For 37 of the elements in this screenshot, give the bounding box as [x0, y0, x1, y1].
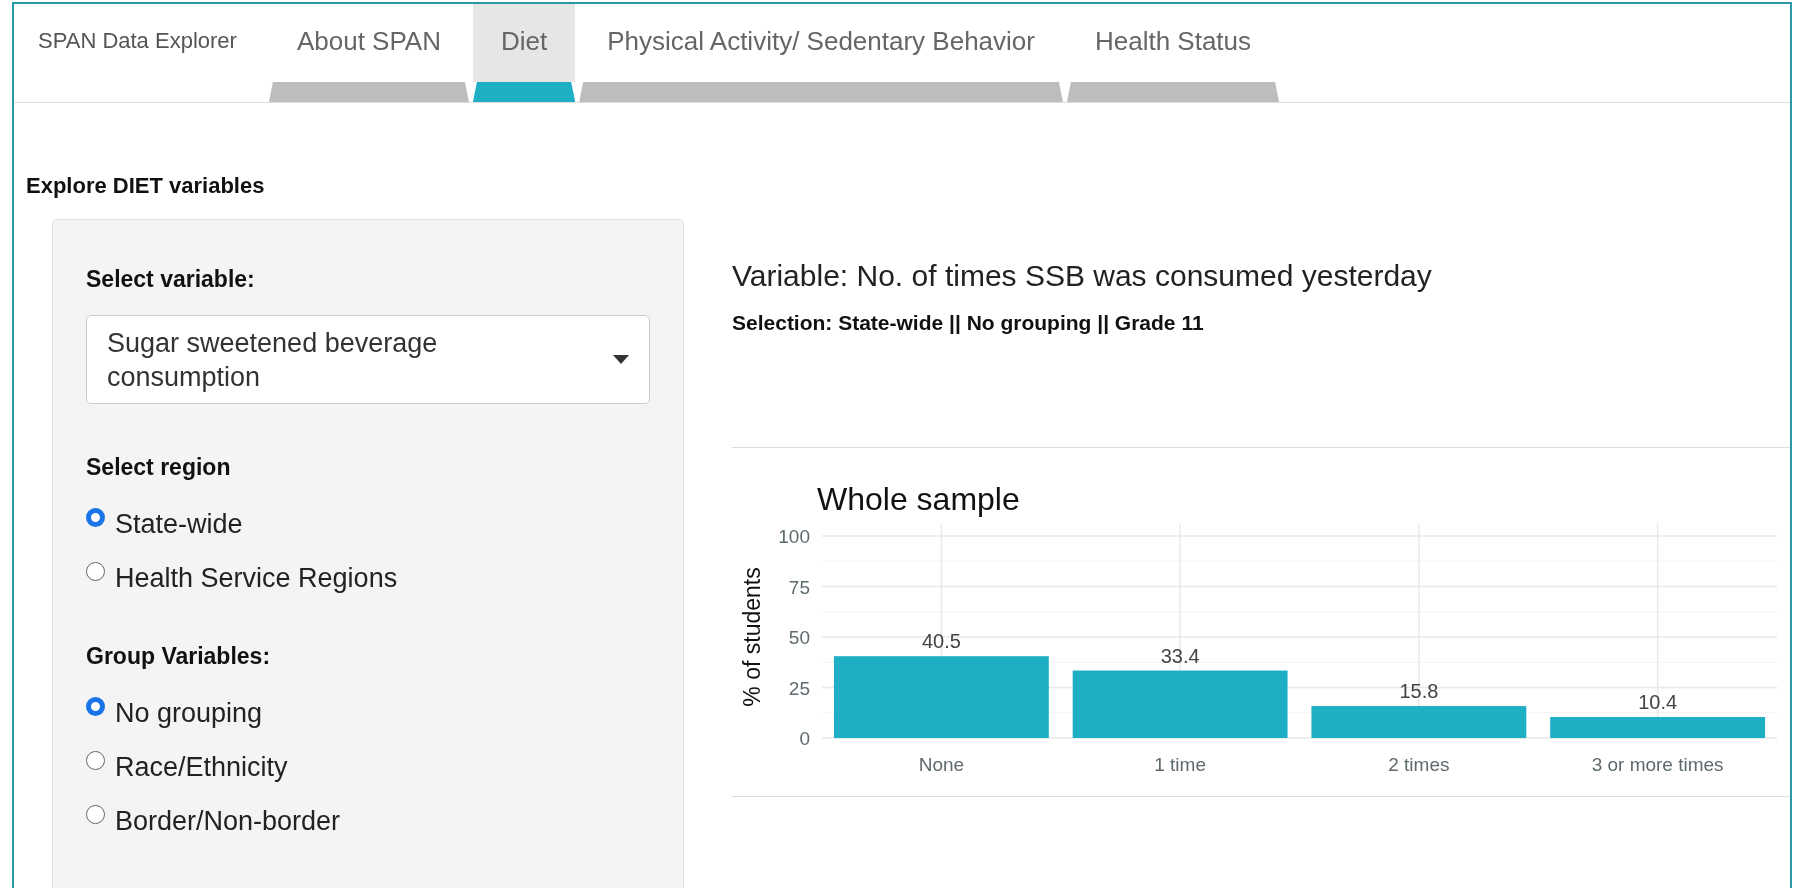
section-title: Explore DIET variables: [26, 173, 266, 199]
data-label: 15.8: [1399, 680, 1439, 703]
data-label: 40.5: [921, 630, 961, 653]
axis-tick-label: 50: [788, 627, 810, 648]
nav-tab[interactable]: Health Status: [1066, 4, 1280, 102]
field-label: Group Variables:: [86, 643, 272, 670]
axis-tick-label: 75: [788, 576, 810, 598]
chart-title: Whole sample: [817, 481, 1020, 517]
field-label: Select region: [86, 454, 232, 481]
nav-tab[interactable]: About SPAN: [268, 4, 469, 102]
axis-tick-label: None: [918, 754, 965, 775]
radio-button[interactable]: [86, 750, 105, 770]
axis-tick-label: 100: [778, 526, 810, 547]
axis-tick-label: 25: [788, 677, 810, 699]
radio-label: Race/Ethnicity: [115, 751, 288, 783]
radio-label: State-wide: [115, 508, 243, 540]
radio-label: Border/Non-border: [115, 805, 341, 837]
radio-label: Health Service Regions: [115, 562, 398, 594]
nav-tab[interactable]: Physical Activity/ Sedentary Behavior: [579, 4, 1063, 102]
data-label: 10.4: [1638, 691, 1678, 713]
axis-tick-label: 1 time: [1154, 754, 1206, 775]
axis-tick-label: 0: [799, 728, 810, 749]
axis-tick-label: 2 times: [1388, 754, 1450, 775]
axis-title: % of students: [739, 567, 765, 707]
radio-button[interactable]: [86, 696, 105, 716]
field-label: Select variable:: [86, 266, 256, 293]
axis-tick-label: 3 or more times: [1591, 754, 1724, 775]
radio-button[interactable]: [86, 804, 105, 824]
variable-heading: Variable: No. of times SSB was consumed yesterday: [732, 259, 1433, 293]
radio-button[interactable]: [86, 507, 105, 527]
radio-label: No grouping: [115, 697, 263, 729]
variable-dropdown[interactable]: Sugar sweetened beverage consumption: [86, 315, 650, 404]
data-label: 33.4: [1160, 644, 1200, 667]
caret-icon: [613, 355, 629, 364]
selection-text: Selection: State-wide || No grouping || Grade 11: [732, 311, 1205, 335]
app-brand: SPAN Data Explorer: [37, 27, 238, 54]
radio-button[interactable]: [86, 561, 105, 581]
